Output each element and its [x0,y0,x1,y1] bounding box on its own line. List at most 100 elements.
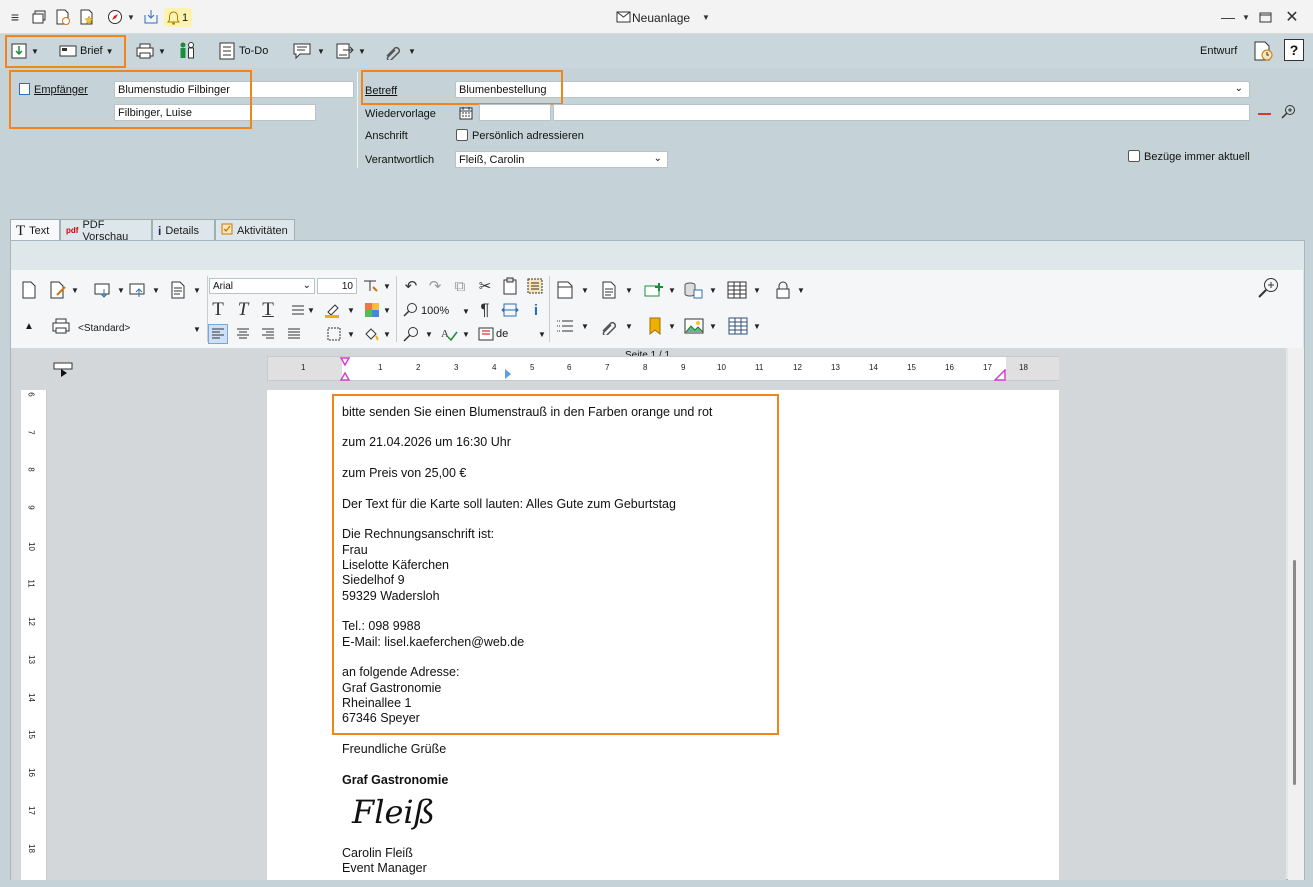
persoenlich-checkbox[interactable] [456,129,468,141]
database-merge-icon[interactable] [683,280,703,300]
tab-stop-icon[interactable] [503,368,513,380]
color-grid-icon[interactable] [362,300,382,320]
align-justify-icon[interactable] [284,324,304,344]
table-dropdown-icon[interactable]: ▼ [753,286,761,295]
transfer-dropdown-icon[interactable]: ▼ [358,47,366,56]
insert-field-icon[interactable] [643,280,663,300]
wiedervorlage-date-field[interactable] [479,104,551,121]
paste-icon[interactable] [500,276,520,296]
indent-marker-icon[interactable] [339,357,351,381]
font-size-field[interactable]: 10 [317,278,357,294]
print-button[interactable]: ▼ [135,39,166,63]
text-underline-icon[interactable]: T [258,299,278,320]
border-dropdown-icon[interactable]: ▼ [347,330,355,339]
window-menu-icon[interactable]: ▼ [1237,8,1255,26]
remove-icon[interactable] [1258,113,1271,115]
insert-table-icon[interactable] [728,316,748,336]
highlight-dropdown-icon[interactable]: ▼ [347,306,355,315]
image-icon[interactable] [684,316,704,336]
link-dropdown-icon[interactable]: ▼ [408,47,416,56]
text-normal-icon[interactable]: T [208,299,228,320]
highlight-icon[interactable] [322,300,342,320]
recent-document-icon[interactable] [54,8,72,26]
field-dropdown-icon[interactable]: ▼ [668,286,676,295]
font-dropdown-icon[interactable]: ⌄ [303,279,311,293]
print-dropdown-icon[interactable]: ▼ [158,47,166,56]
language-icon[interactable] [476,324,496,344]
transfer-button[interactable]: ▼ [335,39,366,63]
page-setup-dropdown-icon[interactable]: ▼ [625,286,633,295]
style-select[interactable]: <Standard> [78,323,130,334]
betreff-label[interactable]: Betreff [365,85,397,97]
scrollbar-thumb[interactable] [1293,560,1296,785]
empfaenger-label[interactable]: Empfänger [34,84,88,96]
style-dropdown-icon[interactable]: ▼ [193,325,201,334]
lock-dropdown-icon[interactable]: ▼ [797,286,805,295]
brief-button[interactable]: Brief ▼ [59,39,114,63]
tab-text[interactable]: T Text [10,219,60,242]
export-icon[interactable] [128,280,148,300]
wiedervorlage-text-field[interactable] [553,104,1250,121]
header-dropdown-icon[interactable]: ▼ [581,286,589,295]
page-setup-icon[interactable] [599,280,619,300]
brief-dropdown-icon[interactable]: ▼ [106,47,114,56]
undo-icon[interactable]: ↶ [401,276,421,296]
comment-dropdown-icon[interactable]: ▼ [317,47,325,56]
edit-document-icon[interactable] [48,280,68,300]
language-dropdown-icon[interactable]: ▼ [538,330,546,339]
spellcheck-dropdown-icon[interactable]: ▼ [462,330,470,339]
bookmark-icon[interactable] [645,316,665,336]
empfaenger-person-field[interactable]: Filbinger, Luise [114,104,316,121]
spacing-dropdown-icon[interactable]: ▼ [307,306,315,315]
maximize-icon[interactable] [1256,8,1274,26]
todo-button[interactable]: To-Do [218,39,268,63]
insert-table-dropdown-icon[interactable]: ▼ [753,322,761,331]
find-dropdown-icon[interactable]: ▼ [425,330,433,339]
find-icon[interactable] [401,324,421,344]
minimize-icon[interactable]: — [1219,8,1237,26]
tab-aktivitaeten[interactable]: Aktivitäten [215,219,295,241]
collapse-icon[interactable]: ▲ [24,321,34,332]
hyperlink-icon[interactable] [599,316,619,336]
numbering-dropdown-icon[interactable]: ▼ [581,322,589,331]
select-all-icon[interactable] [525,276,545,296]
navigator-dropdown-icon[interactable]: ▼ [122,8,140,26]
calendar-icon[interactable] [459,106,473,123]
betreff-dropdown-icon[interactable]: ⌄ [1235,82,1243,96]
verantwortlich-dropdown-icon[interactable]: ⌄ [654,152,662,166]
import-icon[interactable] [93,280,113,300]
color-dropdown-icon[interactable]: ▼ [383,306,391,315]
format-paint-icon[interactable] [360,276,380,296]
tab-details[interactable]: i Details [152,219,215,241]
history-button[interactable] [1252,39,1274,63]
hamburger-menu-icon[interactable]: ≡ [6,8,24,26]
export-dropdown-icon[interactable]: ▼ [152,286,160,295]
tab-pdf-vorschau[interactable]: pdf PDF Vorschau [60,219,152,243]
cut-icon[interactable]: ✂ [475,276,495,296]
bookmark-dropdown-icon[interactable]: ▼ [668,322,676,331]
link-button[interactable]: ▼ [383,39,416,63]
favorites-icon[interactable] [78,8,96,26]
merge-dropdown-icon[interactable]: ▼ [709,286,717,295]
border-icon[interactable] [324,324,344,344]
align-right-icon[interactable] [258,324,278,344]
table-icon[interactable] [727,280,747,300]
numbering-icon[interactable] [555,316,575,336]
language-value[interactable]: de [496,328,508,340]
redo-icon[interactable]: ↷ [425,276,445,296]
windows-icon[interactable] [30,8,48,26]
print-style-icon[interactable] [51,316,71,336]
editor-zoom-icon[interactable] [1258,278,1278,298]
vertical-scrollbar[interactable] [1288,348,1304,880]
comment-button[interactable]: ▼ [292,39,325,63]
help-icon[interactable]: ? [1284,39,1304,61]
save-button[interactable]: ▼ [10,39,39,63]
zoom-level[interactable]: 100% [421,305,449,317]
verantwortlich-select[interactable]: Fleiß, Carolin ⌄ [455,151,668,168]
zoom-icon[interactable] [401,300,421,320]
zoom-dropdown-icon[interactable]: ▼ [462,307,470,316]
format-dropdown-icon[interactable]: ▼ [383,282,391,291]
info-editor-icon[interactable]: i [526,300,546,320]
spellcheck-icon[interactable]: A [439,324,459,344]
inbox-download-icon[interactable] [142,8,160,26]
